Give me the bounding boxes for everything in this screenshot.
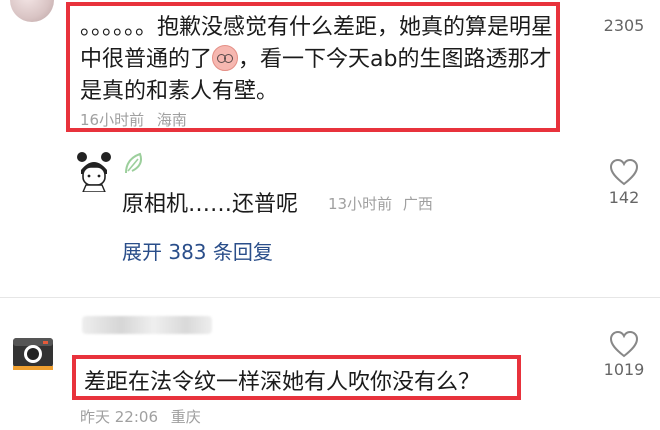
- leaf-badge-icon: [125, 152, 142, 174]
- comment-text: 差距在法令纹一样深她有人吹你没有么？: [84, 370, 481, 395]
- heart-icon: [609, 158, 639, 186]
- reply-location: 广西: [402, 195, 433, 213]
- reply-text: 原相机……还普呢: [122, 192, 299, 217]
- comment-meta: 昨天 22:06 重庆: [80, 406, 209, 427]
- glasses-face-emoji-icon: [212, 45, 239, 71]
- comment-like-count: 1019: [603, 360, 645, 379]
- comment-highlight-box: 。。。。。。抱歉没感觉有什么差距，她真的算是明星中很普通的了 ，看一下今天ab的生…: [66, 2, 560, 132]
- comment-like-button[interactable]: 1019: [594, 330, 654, 379]
- expand-replies-link[interactable]: 展开 383 条回复: [122, 236, 273, 265]
- comment-time: 16小时前: [80, 111, 145, 129]
- reply-like-button[interactable]: 142: [594, 158, 654, 207]
- cartoon-avatar-icon[interactable]: [74, 150, 114, 192]
- avatar[interactable]: [10, 0, 54, 22]
- comment-text: 。。。。。。抱歉没感觉有什么差距，她真的算是明星中很普通的了 ，看一下今天ab的生…: [80, 15, 554, 104]
- like-count: 2305: [603, 16, 645, 35]
- reply-like-count: 142: [608, 188, 640, 207]
- reply-time: 13小时前: [328, 195, 393, 213]
- like-counter[interactable]: 2305: [594, 14, 654, 35]
- divider: [0, 297, 660, 298]
- comment-time: 昨天 22:06: [80, 408, 158, 426]
- reply-meta: 13小时前 广西: [328, 193, 439, 214]
- heart-icon: [609, 330, 639, 358]
- blurred-username[interactable]: [82, 316, 212, 334]
- comment-location: 重庆: [170, 408, 201, 426]
- comment-location: 海南: [156, 111, 187, 129]
- comment-highlight-box: 差距在法令纹一样深她有人吹你没有么？: [72, 355, 521, 400]
- camera-avatar-icon[interactable]: [10, 330, 56, 376]
- comment-meta: 16小时前 海南: [80, 109, 195, 130]
